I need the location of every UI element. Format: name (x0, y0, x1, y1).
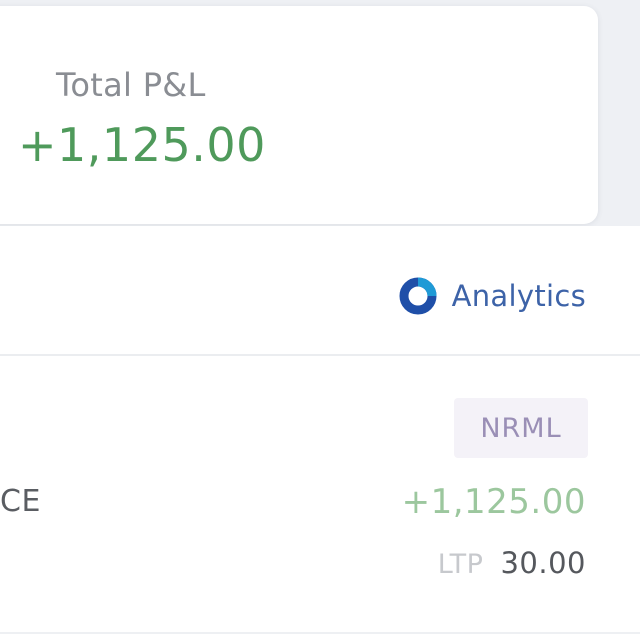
analytics-label: Analytics (451, 279, 586, 313)
position-pnl: +1,125.00 (401, 482, 586, 522)
ltp-info: LTP 30.00 (438, 546, 586, 580)
position-row[interactable]: NRML CE +1,125.00 LTP 30.00 (0, 356, 640, 636)
total-pnl-label: Total P&L (56, 66, 206, 104)
ltp-label: LTP (437, 549, 484, 580)
row-divider (0, 632, 640, 634)
ltp-value: 30.00 (500, 546, 586, 580)
positions-screen: Total P&L +1,125.00 Analytics NRML CE +1… (0, 0, 640, 640)
total-pnl-value: +1,125.00 (18, 118, 266, 172)
analytics-button[interactable]: Analytics (398, 276, 586, 316)
total-pnl-card: Total P&L +1,125.00 (0, 6, 598, 224)
product-type-badge: NRML (454, 398, 588, 458)
analytics-ring-icon (398, 276, 438, 316)
positions-panel: Analytics NRML CE +1,125.00 LTP 30.00 (0, 226, 640, 640)
instrument-symbol: CE (0, 484, 41, 519)
